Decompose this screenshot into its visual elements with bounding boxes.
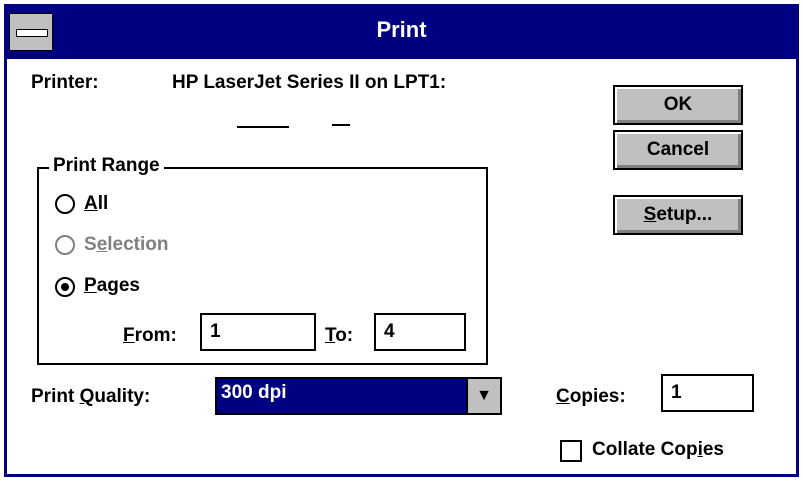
printer-label: Printer:: [31, 72, 99, 93]
radio-selection-label[interactable]: Selection: [84, 234, 169, 256]
setup-button[interactable]: Setup...: [613, 195, 743, 235]
collate-checkbox[interactable]: [560, 440, 582, 462]
to-label: To:: [325, 325, 354, 346]
dialog-title: Print: [376, 17, 427, 42]
radio-pages-label[interactable]: Pages: [84, 275, 140, 297]
decorative-line: [237, 126, 289, 128]
ok-button[interactable]: OK: [613, 85, 743, 125]
radio-selection[interactable]: [55, 235, 75, 255]
print-dialog: Print Printer: HP LaserJet Series II on …: [4, 4, 799, 477]
dropdown-arrow-icon[interactable]: ▼: [466, 379, 500, 413]
print-quality-value: 300 dpi: [221, 382, 287, 403]
radio-all-label[interactable]: All: [84, 193, 108, 215]
cancel-button[interactable]: Cancel: [613, 130, 743, 170]
from-input[interactable]: 1: [200, 313, 316, 351]
title-bar: Print: [7, 7, 796, 59]
copies-label: Copies:: [556, 386, 626, 407]
to-input[interactable]: 4: [374, 313, 466, 351]
print-range-legend: Print Range: [49, 155, 164, 177]
radio-pages[interactable]: [55, 277, 75, 297]
radio-selected-dot: [61, 283, 69, 291]
decorative-line: [332, 124, 350, 126]
print-quality-label: Print Quality:: [31, 386, 151, 407]
from-label: From:: [123, 325, 177, 346]
copies-input[interactable]: 1: [661, 374, 754, 412]
collate-label[interactable]: Collate Copies: [592, 439, 724, 461]
printer-name: HP LaserJet Series II on LPT1:: [172, 72, 447, 93]
radio-all[interactable]: [55, 194, 75, 214]
print-quality-select[interactable]: 300 dpi ▼: [215, 377, 502, 415]
